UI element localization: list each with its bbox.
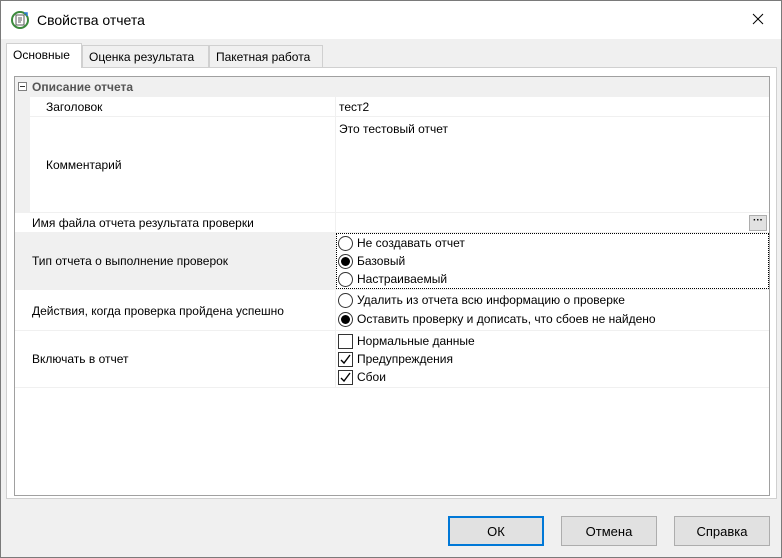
- option-label: Удалить из отчета всю информацию о прове…: [357, 293, 625, 307]
- on-success-option-delete[interactable]: Удалить из отчета всю информацию о прове…: [338, 291, 625, 309]
- property-label-on-success[interactable]: Действия, когда проверка пройдена успешн…: [15, 290, 335, 331]
- tab-result-evaluation[interactable]: Оценка результата: [82, 45, 209, 67]
- option-label: Оставить проверку и дописать, что сбоев …: [357, 312, 656, 326]
- property-label-report-type[interactable]: Тип отчета о выполнение проверок: [15, 233, 335, 290]
- option-label: Нормальные данные: [357, 334, 475, 348]
- checkbox-checked[interactable]: [338, 369, 353, 385]
- property-label-comment[interactable]: Комментарий: [30, 117, 335, 213]
- option-label: Предупреждения: [357, 352, 453, 366]
- on-success-value: Удалить из отчета всю информацию о прове…: [335, 290, 769, 331]
- radio-button[interactable]: [338, 292, 353, 308]
- checkbox-checked[interactable]: [338, 351, 353, 367]
- radio-button[interactable]: [338, 271, 353, 287]
- checkmark-icon: [340, 354, 351, 364]
- report-properties-icon: [10, 10, 30, 30]
- checkbox[interactable]: [338, 333, 353, 349]
- report-type-option-none[interactable]: Не создавать отчет: [338, 234, 465, 252]
- checkmark-icon: [340, 372, 351, 382]
- report-properties-dialog: Свойства отчета Основные Оценка результа…: [0, 0, 782, 558]
- option-label: Сбои: [357, 370, 386, 384]
- property-grid[interactable]: Описание отчета Заголовок тест2 Коммента…: [14, 76, 770, 496]
- result-file-value-field[interactable]: ···: [335, 213, 769, 233]
- comment-label: Комментарий: [46, 158, 122, 172]
- browse-button[interactable]: ···: [749, 215, 767, 231]
- property-label-result-file[interactable]: Имя файла отчета результата проверки: [15, 213, 335, 233]
- header-value: тест2: [339, 100, 370, 114]
- property-label-include[interactable]: Включать в отчет: [15, 331, 335, 388]
- on-success-label: Действия, когда проверка пройдена успешн…: [32, 304, 284, 318]
- tab-panel-main: Описание отчета Заголовок тест2 Коммента…: [6, 67, 777, 499]
- radio-button[interactable]: [338, 235, 353, 251]
- option-label: Базовый: [357, 254, 406, 268]
- property-label-header[interactable]: Заголовок: [30, 97, 335, 117]
- tab-main[interactable]: Основные: [6, 43, 82, 68]
- report-type-option-custom[interactable]: Настраиваемый: [338, 270, 447, 288]
- option-label: Настраиваемый: [357, 272, 448, 286]
- radio-button-selected[interactable]: [338, 253, 353, 269]
- close-icon: [752, 13, 764, 28]
- on-success-option-keep[interactable]: Оставить проверку и дописать, что сбоев …: [338, 310, 656, 328]
- include-label: Включать в отчет: [32, 352, 129, 366]
- title-bar[interactable]: Свойства отчета: [1, 1, 781, 39]
- cancel-button[interactable]: Отмена: [561, 516, 657, 546]
- report-type-label: Тип отчета о выполнение проверок: [32, 254, 229, 268]
- category-label: Описание отчета: [32, 80, 134, 94]
- comment-value: Это тестовый отчет: [339, 122, 449, 136]
- header-label: Заголовок: [46, 100, 103, 114]
- include-value: Нормальные данные Предупреждения Сбои: [335, 331, 769, 388]
- tab-batch-work[interactable]: Пакетная работа: [209, 45, 323, 67]
- window-title: Свойства отчета: [37, 12, 145, 28]
- include-option-warnings[interactable]: Предупреждения: [338, 350, 453, 368]
- result-file-label: Имя файла отчета результата проверки: [32, 216, 254, 230]
- include-option-failures[interactable]: Сбои: [338, 368, 386, 386]
- help-button[interactable]: Справка: [674, 516, 770, 546]
- grid-gutter: [15, 97, 30, 213]
- collapse-icon[interactable]: [18, 82, 27, 91]
- ok-button[interactable]: ОК: [448, 516, 544, 546]
- header-value-field[interactable]: тест2: [335, 97, 769, 117]
- tab-strip: Основные Оценка результата Пакетная рабо…: [6, 43, 776, 68]
- report-type-option-basic[interactable]: Базовый: [338, 252, 405, 270]
- report-type-value: Не создавать отчет Базовый Настраиваемый: [335, 233, 769, 290]
- comment-value-field[interactable]: Это тестовый отчет: [335, 117, 769, 213]
- category-row[interactable]: Описание отчета: [15, 77, 769, 97]
- option-label: Не создавать отчет: [357, 236, 465, 250]
- radio-button-selected[interactable]: [338, 311, 353, 327]
- include-option-normal[interactable]: Нормальные данные: [338, 332, 475, 350]
- close-button[interactable]: [735, 1, 781, 39]
